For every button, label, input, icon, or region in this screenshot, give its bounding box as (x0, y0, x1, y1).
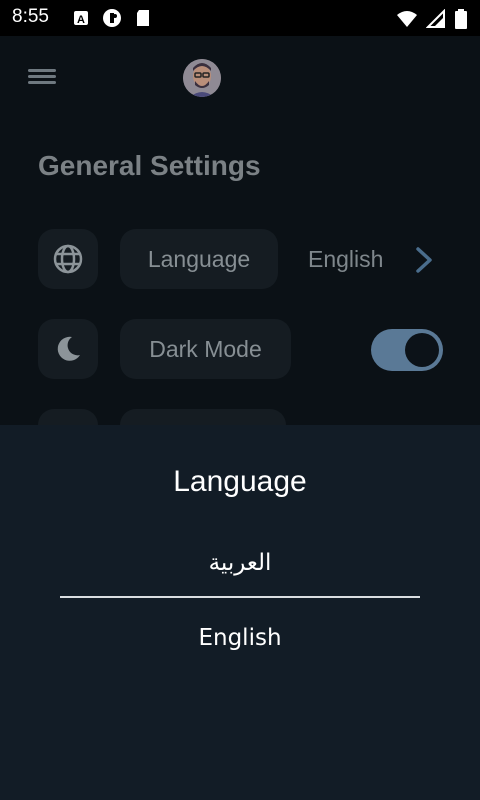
status-time: 8:55 (12, 6, 49, 27)
dark-mode-setting-label: Dark Mode (149, 335, 262, 362)
page-title: General Settings (38, 150, 261, 181)
hamburger-menu-icon[interactable] (26, 66, 58, 90)
status-circle-icon (103, 9, 121, 27)
language-bottom-sheet: Language العربية English (0, 425, 480, 800)
signal-icon (426, 9, 445, 28)
language-setting-label: Language (147, 245, 251, 272)
chevron-right-icon[interactable] (412, 245, 436, 275)
battery-icon (455, 9, 467, 29)
moon-icon (57, 336, 80, 361)
language-row-icon-tile[interactable] (38, 229, 98, 289)
language-option-arabic[interactable]: العربية (0, 550, 480, 576)
globe-icon (53, 244, 83, 274)
svg-text:A: A (77, 14, 85, 26)
status-icons-right (396, 8, 468, 30)
a-box-icon: A (74, 11, 88, 26)
status-icons-left: A (72, 8, 152, 28)
sheet-title: Language (173, 465, 307, 498)
language-setting-button[interactable]: Language (120, 229, 278, 289)
avatar-illustration (183, 59, 221, 97)
status-bar: 8:55 A (0, 0, 480, 36)
sd-card-icon (137, 10, 149, 26)
language-current-value: English (308, 246, 384, 272)
option-divider (60, 596, 420, 598)
dark-mode-toggle[interactable] (371, 329, 443, 371)
toggle-knob (405, 333, 439, 367)
dark-mode-row-icon-tile[interactable] (38, 319, 98, 379)
user-avatar[interactable] (183, 59, 221, 97)
dark-mode-setting-button[interactable]: Dark Mode (120, 319, 291, 379)
wifi-icon (397, 11, 417, 27)
language-option-english[interactable]: English (0, 625, 480, 651)
